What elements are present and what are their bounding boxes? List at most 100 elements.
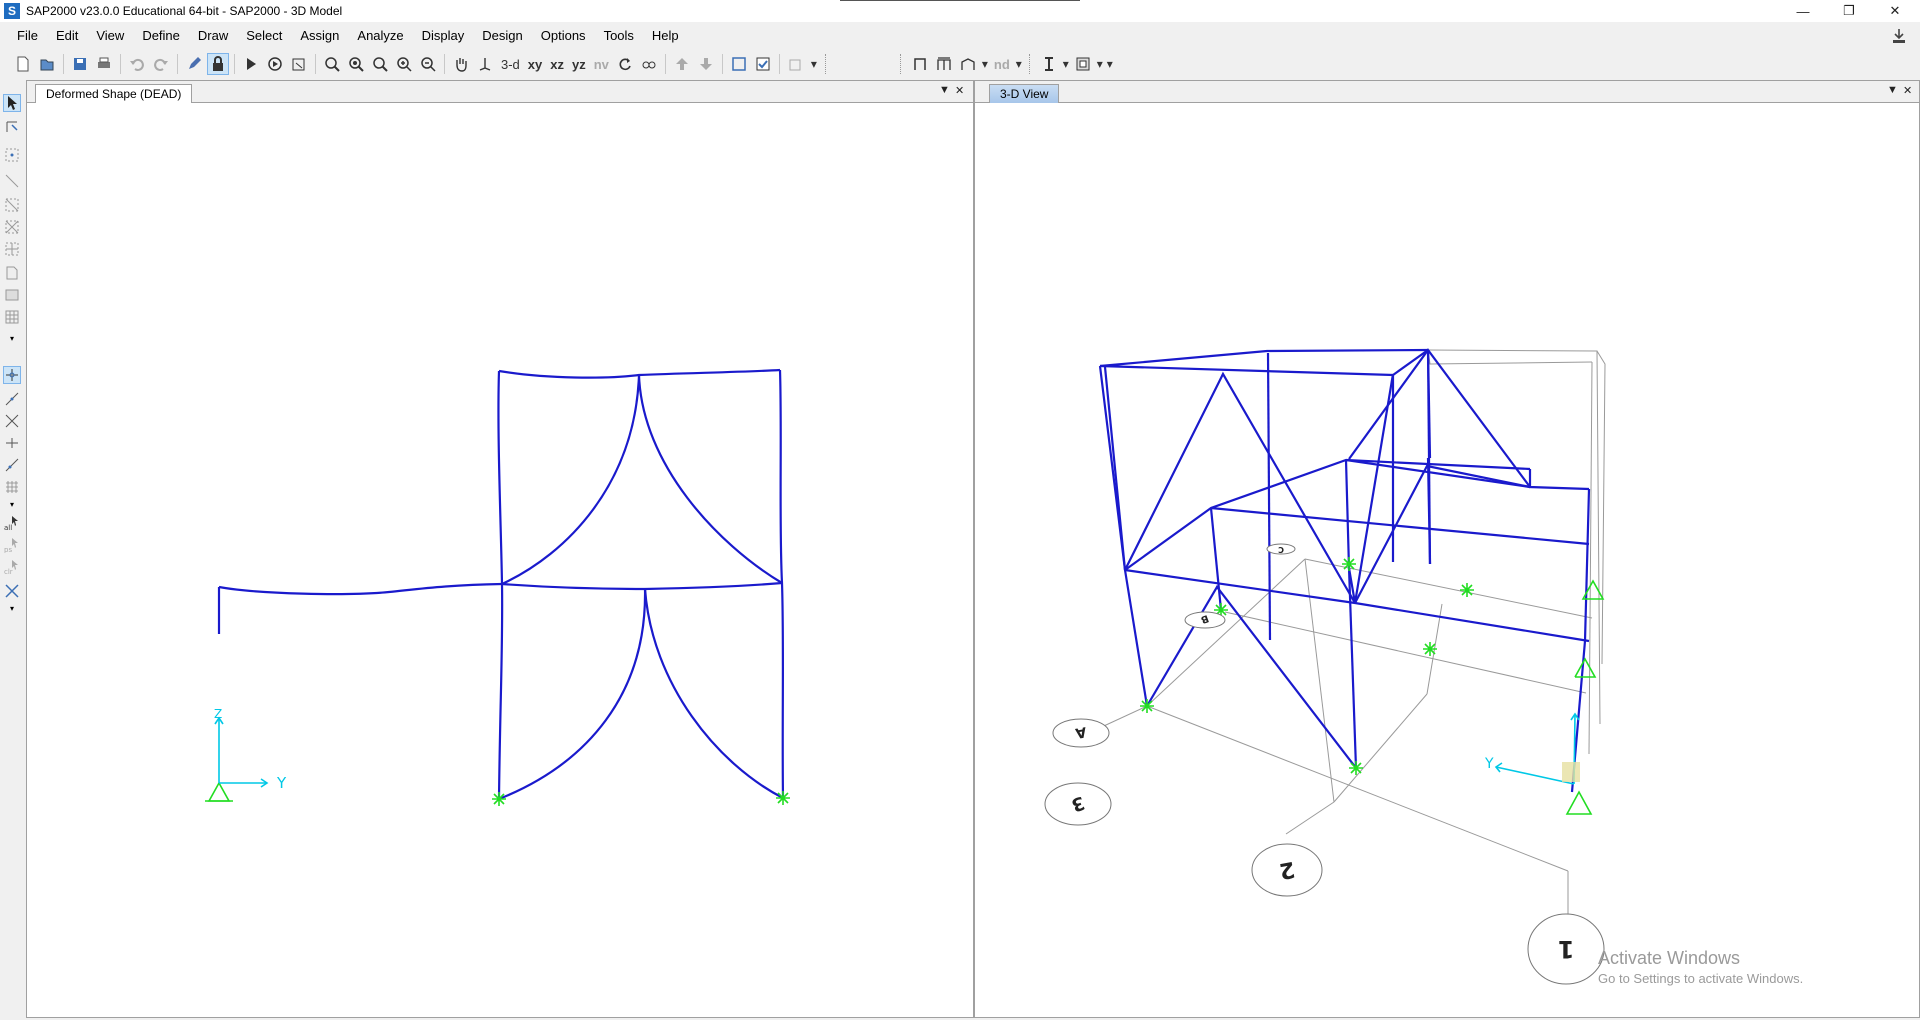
menu-draw[interactable]: Draw (189, 25, 237, 47)
draw-pencil-icon[interactable] (183, 53, 205, 75)
draw-secondary-beam-icon[interactable] (3, 240, 21, 258)
restore-view-icon[interactable] (345, 53, 367, 75)
pan-hand-icon[interactable] (450, 53, 472, 75)
menu-display[interactable]: Display (413, 25, 474, 47)
snap-ends-icon[interactable] (3, 390, 21, 408)
draw-joint-icon[interactable] (3, 146, 21, 164)
pointer-icon[interactable] (3, 94, 21, 112)
snap-perpendicular-icon[interactable] (3, 434, 21, 452)
rotate-view-icon[interactable] (614, 53, 636, 75)
move-up-icon[interactable] (671, 53, 693, 75)
dropdown-arrow-icon[interactable]: ▾ (3, 604, 21, 613)
menu-view[interactable]: View (87, 25, 133, 47)
menu-define[interactable]: Define (133, 25, 189, 47)
quick-draw-area-icon[interactable] (3, 308, 21, 326)
draw-rect-area-icon[interactable] (3, 286, 21, 304)
zoom-window-icon[interactable] (321, 53, 343, 75)
view-nv-button[interactable]: nv (591, 53, 612, 75)
dropdown-arrow-icon[interactable]: ▾ (3, 334, 21, 343)
clear-selection-icon[interactable]: clr (3, 558, 21, 576)
nd-button[interactable]: nd (991, 53, 1013, 75)
print-icon[interactable] (93, 53, 115, 75)
lock-model-icon[interactable] (288, 53, 310, 75)
svg-text:all: all (4, 524, 12, 531)
svg-text:ps: ps (4, 546, 12, 553)
menu-edit[interactable]: Edit (47, 25, 87, 47)
snap-lines-icon[interactable] (3, 456, 21, 474)
3d-model-viewport[interactable]: Y C B A 3 2 1 (975, 104, 1919, 1017)
set-3d-view-icon[interactable] (474, 53, 496, 75)
left-toolbar: ▾ ▾ all ps clr ▾ (0, 88, 24, 1013)
snap-fine-grid-icon[interactable] (3, 478, 21, 496)
dropdown-arrow-icon[interactable]: ▾ (1062, 53, 1070, 75)
draw-frame-icon[interactable] (3, 172, 21, 190)
dropdown-arrow-icon[interactable]: ▾ (981, 53, 989, 75)
view-yz-button[interactable]: yz (569, 53, 589, 75)
new-model-icon[interactable] (12, 53, 34, 75)
dropdown-arrow-icon[interactable]: ▾ (1096, 53, 1104, 75)
grid-lines (1092, 349, 1606, 924)
menu-analyze[interactable]: Analyze (348, 25, 412, 47)
window-title: SAP2000 v23.0.0 Educational 64-bit - SAP… (26, 4, 343, 18)
close-window-button[interactable]: ✕ (1872, 0, 1918, 22)
z-axis-label: Z (214, 707, 222, 721)
open-model-icon[interactable] (36, 53, 58, 75)
view-xz-button[interactable]: xz (547, 53, 567, 75)
menu-design[interactable]: Design (473, 25, 531, 47)
menu-bar: File Edit View Define Draw Select Assign… (0, 25, 1920, 47)
main-toolbar: 3-d xy xz yz nv ▾ ▾ nd ▾ ▾ ▾ ▾ (0, 51, 1920, 77)
tab-3d-view[interactable]: 3-D View (989, 84, 1060, 103)
reshaper-icon[interactable] (3, 118, 21, 136)
zoom-in-icon[interactable] (393, 53, 415, 75)
menu-file[interactable]: File (8, 25, 47, 47)
draw-cable-icon[interactable] (3, 196, 21, 214)
move-down-icon[interactable] (695, 53, 717, 75)
multi-frame-icon[interactable] (933, 53, 955, 75)
section-i-icon[interactable] (1038, 53, 1060, 75)
window-menu-icon[interactable]: ▼ (1887, 84, 1898, 96)
menu-select[interactable]: Select (237, 25, 291, 47)
snap-points-icon[interactable] (3, 366, 21, 384)
frame-icon[interactable] (909, 53, 931, 75)
select-all-icon[interactable]: all (3, 514, 21, 532)
perspective-icon[interactable] (638, 53, 660, 75)
save-icon[interactable] (69, 53, 91, 75)
snap-intersections-icon[interactable] (3, 412, 21, 430)
window-menu-icon[interactable]: ▼ (939, 84, 950, 96)
intersecting-line-select-icon[interactable] (3, 582, 21, 600)
previous-zoom-icon[interactable] (369, 53, 391, 75)
dropdown-arrow-icon[interactable]: ▾ (3, 500, 21, 509)
view-3d-button[interactable]: 3-d (498, 53, 523, 75)
title-accent-line (840, 0, 1080, 1)
run-now-icon[interactable] (264, 53, 286, 75)
menu-assign[interactable]: Assign (291, 25, 348, 47)
area-section-icon[interactable] (1072, 53, 1094, 75)
restore-button[interactable]: ❐ (1826, 0, 1872, 22)
dropdown-arrow-icon[interactable]: ▾ (1106, 53, 1114, 75)
menu-options[interactable]: Options (532, 25, 595, 47)
menu-tools[interactable]: Tools (595, 25, 643, 47)
arch-frame-icon[interactable] (957, 53, 979, 75)
close-panel-icon[interactable]: ✕ (955, 84, 964, 97)
redo-icon[interactable] (150, 53, 172, 75)
close-panel-icon[interactable]: ✕ (1903, 84, 1912, 97)
minimize-button[interactable]: — (1780, 0, 1826, 22)
dropdown-arrow-icon[interactable]: ▾ (809, 53, 819, 75)
get-previous-selection-icon[interactable]: ps (3, 536, 21, 554)
tab-deformed-shape[interactable]: Deformed Shape (DEAD) (35, 84, 193, 103)
dropdown-arrow-icon[interactable]: ▾ (1015, 53, 1023, 75)
assign-display-icon[interactable] (785, 53, 807, 75)
quick-draw-brace-icon[interactable] (3, 218, 21, 236)
run-analysis-icon[interactable] (240, 53, 262, 75)
object-shrink-icon[interactable] (728, 53, 750, 75)
display-options-icon[interactable] (752, 53, 774, 75)
zoom-out-icon[interactable] (417, 53, 439, 75)
undo-icon[interactable] (126, 53, 148, 75)
lock-icon[interactable] (207, 53, 229, 75)
download-icon[interactable] (1890, 27, 1908, 45)
draw-poly-area-icon[interactable] (3, 264, 21, 282)
deformed-shape-viewport[interactable]: Y Z (27, 104, 973, 1017)
view-xy-button[interactable]: xy (525, 53, 545, 75)
menu-help[interactable]: Help (643, 25, 688, 47)
svg-text:clr: clr (4, 568, 13, 575)
